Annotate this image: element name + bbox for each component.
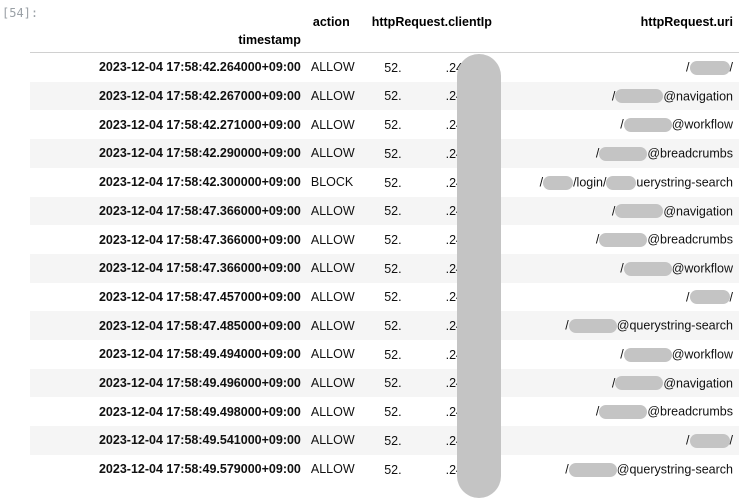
redacted-segment: [615, 89, 663, 103]
cell-action: ALLOW: [307, 139, 366, 168]
table-row: 2023-12-04 17:58:47.457000+09:00ALLOW52.…: [30, 283, 739, 312]
cell-timestamp: 2023-12-04 17:58:49.496000+09:00: [30, 369, 307, 398]
table-row: 2023-12-04 17:58:47.485000+09:00ALLOW52.…: [30, 311, 739, 340]
redacted-segment: [599, 147, 647, 161]
cell-timestamp: 2023-12-04 17:58:42.271000+09:00: [30, 110, 307, 139]
cell-action: BLOCK: [307, 168, 366, 197]
ip-redaction-bar: [457, 54, 501, 498]
redacted-segment: [624, 262, 672, 276]
cell-uri: /@breadcrumbs: [496, 397, 739, 426]
redacted-segment: [615, 376, 663, 390]
cell-uri: /@workflow: [496, 340, 739, 369]
redacted-segment: [606, 176, 636, 190]
redacted-segment: [690, 290, 730, 304]
col-header-timestamp: timestamp: [30, 4, 307, 53]
table-row: 2023-12-04 17:58:42.267000+09:00ALLOW52.…: [30, 82, 739, 111]
cell-action: ALLOW: [307, 283, 366, 312]
cell-action: ALLOW: [307, 197, 366, 226]
cell-uri: /@navigation: [496, 197, 739, 226]
cell-timestamp: 2023-12-04 17:58:49.494000+09:00: [30, 340, 307, 369]
redacted-segment: [690, 61, 730, 75]
table-row: 2023-12-04 17:58:47.366000+09:00ALLOW52.…: [30, 254, 739, 283]
redacted-segment: [599, 233, 647, 247]
cell-timestamp: 2023-12-04 17:58:42.290000+09:00: [30, 139, 307, 168]
redacted-segment: [569, 463, 617, 477]
cell-timestamp: 2023-12-04 17:58:47.457000+09:00: [30, 283, 307, 312]
cell-uri: /@workflow: [496, 110, 739, 139]
cell-timestamp: 2023-12-04 17:58:49.498000+09:00: [30, 397, 307, 426]
cell-action: ALLOW: [307, 397, 366, 426]
table-row: 2023-12-04 17:58:42.290000+09:00ALLOW52.…: [30, 139, 739, 168]
cell-timestamp: 2023-12-04 17:58:42.267000+09:00: [30, 82, 307, 111]
cell-timestamp: 2023-12-04 17:58:47.485000+09:00: [30, 311, 307, 340]
cell-uri: /@navigation: [496, 369, 739, 398]
cell-timestamp: 2023-12-04 17:58:42.300000+09:00: [30, 168, 307, 197]
cell-timestamp: 2023-12-04 17:58:42.264000+09:00: [30, 53, 307, 82]
cell-timestamp: 2023-12-04 17:58:47.366000+09:00: [30, 254, 307, 283]
table-row: 2023-12-04 17:58:49.579000+09:00ALLOW52.…: [30, 455, 739, 484]
redacted-segment: [624, 348, 672, 362]
table-row: 2023-12-04 17:58:49.494000+09:00ALLOW52.…: [30, 340, 739, 369]
cell-action: ALLOW: [307, 82, 366, 111]
cell-timestamp: 2023-12-04 17:58:47.366000+09:00: [30, 197, 307, 226]
redacted-segment: [624, 118, 672, 132]
table-row: 2023-12-04 17:58:42.271000+09:00ALLOW52.…: [30, 110, 739, 139]
redacted-segment: [599, 405, 647, 419]
log-table: timestamp action httpRequest.clientIp ht…: [30, 4, 739, 484]
col-header-clientip: httpRequest.clientIp: [366, 4, 496, 53]
table-row: 2023-12-04 17:58:42.264000+09:00ALLOW52.…: [30, 53, 739, 82]
redacted-segment: [543, 176, 573, 190]
cell-uri: /@navigation: [496, 82, 739, 111]
cell-timestamp: 2023-12-04 17:58:49.541000+09:00: [30, 426, 307, 455]
table-body: 2023-12-04 17:58:42.264000+09:00ALLOW52.…: [30, 53, 739, 484]
table-row: 2023-12-04 17:58:49.541000+09:00ALLOW52.…: [30, 426, 739, 455]
redacted-segment: [690, 434, 730, 448]
cell-action: ALLOW: [307, 110, 366, 139]
table-row: 2023-12-04 17:58:49.498000+09:00ALLOW52.…: [30, 397, 739, 426]
cell-action: ALLOW: [307, 455, 366, 484]
cell-uri: //: [496, 53, 739, 82]
cell-uri: //: [496, 426, 739, 455]
cell-uri: /@breadcrumbs: [496, 139, 739, 168]
table-row: 2023-12-04 17:58:49.496000+09:00ALLOW52.…: [30, 369, 739, 398]
col-header-action: action: [307, 4, 366, 53]
notebook-output: [54]: timestamp action httpRequest.clien…: [0, 0, 747, 500]
cell-uri: /@querystring-search: [496, 455, 739, 484]
cell-action: ALLOW: [307, 369, 366, 398]
cell-timestamp: 2023-12-04 17:58:49.579000+09:00: [30, 455, 307, 484]
cell-action: ALLOW: [307, 254, 366, 283]
cell-uri: /@workflow: [496, 254, 739, 283]
cell-action: ALLOW: [307, 340, 366, 369]
table-row: 2023-12-04 17:58:47.366000+09:00ALLOW52.…: [30, 225, 739, 254]
cell-uri: //: [496, 283, 739, 312]
cell-uri: /@querystring-search: [496, 311, 739, 340]
dataframe-output: timestamp action httpRequest.clientIp ht…: [30, 4, 739, 484]
redacted-segment: [569, 319, 617, 333]
cell-action: ALLOW: [307, 53, 366, 82]
cell-timestamp: 2023-12-04 17:58:47.366000+09:00: [30, 225, 307, 254]
cell-uri: //login/uerystring-search: [496, 168, 739, 197]
cell-action: ALLOW: [307, 426, 366, 455]
table-row: 2023-12-04 17:58:42.300000+09:00BLOCK52.…: [30, 168, 739, 197]
col-header-uri: httpRequest.uri: [496, 4, 739, 53]
table-row: 2023-12-04 17:58:47.366000+09:00ALLOW52.…: [30, 197, 739, 226]
col-header-timestamp-label: timestamp: [36, 33, 301, 47]
cell-action: ALLOW: [307, 225, 366, 254]
cell-action: ALLOW: [307, 311, 366, 340]
redacted-segment: [615, 204, 663, 218]
cell-uri: /@breadcrumbs: [496, 225, 739, 254]
